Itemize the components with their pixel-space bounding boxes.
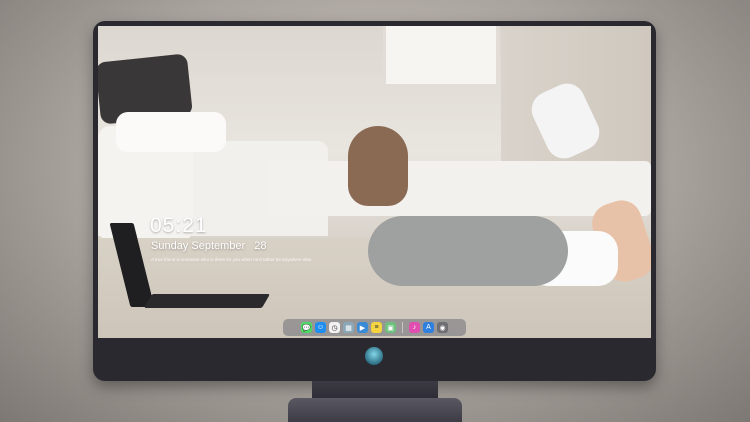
wallpaper-pillow xyxy=(116,112,226,152)
lockscreen-month: September xyxy=(191,240,246,252)
lockscreen-weekday: Sunday xyxy=(151,240,189,252)
monitor: 05:21 Sunday September 28 A true friend … xyxy=(93,21,656,381)
wallpaper-laptop-base xyxy=(143,294,271,308)
desktop-screen: 05:21 Sunday September 28 A true friend … xyxy=(98,26,651,338)
clock-icon[interactable]: ◷ xyxy=(329,322,340,333)
preview-icon[interactable]: ▦ xyxy=(343,322,354,333)
wallpaper-figure-head xyxy=(348,126,408,206)
lockscreen-day: 28 xyxy=(254,240,267,252)
dock: 💬 ☺ ◷ ▦ ▶ ≡ ▣ ♪ A ◉ xyxy=(283,319,466,336)
monitor-stand-base xyxy=(288,398,462,422)
appstore-icon[interactable]: A xyxy=(423,322,434,333)
wallpaper-figure-body xyxy=(368,216,568,286)
music-icon[interactable]: ♪ xyxy=(409,322,420,333)
wallpaper-bench xyxy=(268,161,651,216)
lockscreen-date: Sunday September 28 xyxy=(151,240,267,252)
dock-separator xyxy=(402,322,403,333)
monitor-logo-icon xyxy=(365,347,383,365)
video-icon[interactable]: ▶ xyxy=(357,322,368,333)
notes-icon[interactable]: ≡ xyxy=(371,322,382,333)
wallpaper-window xyxy=(383,26,499,87)
photos-icon[interactable]: ▣ xyxy=(385,322,396,333)
messages-icon[interactable]: 💬 xyxy=(301,322,312,333)
lockscreen-quote: A true friend is someone who is there fo… xyxy=(151,257,313,262)
finder-icon[interactable]: ☺ xyxy=(315,322,326,333)
camera-icon[interactable]: ◉ xyxy=(437,322,448,333)
lockscreen-time: 05:21 xyxy=(150,214,208,237)
